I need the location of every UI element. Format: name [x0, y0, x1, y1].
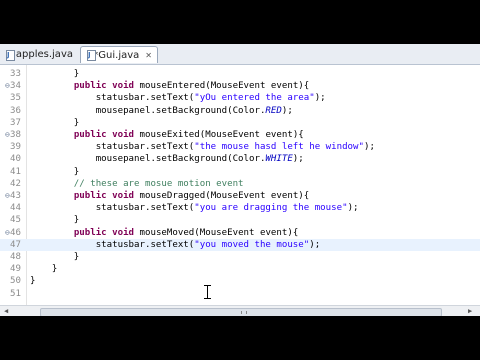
line-number: 51 [10, 288, 21, 299]
line-number: 33 [10, 69, 21, 79]
grip-icon [241, 311, 247, 314]
code-text: } [30, 276, 36, 287]
code-line[interactable]: 41 } [0, 166, 480, 178]
code-line[interactable]: 42 // these are mosue motion event [0, 178, 480, 190]
code-text: mousepanel.setBackground(Color.RED); [30, 105, 293, 116]
tab-gui-java[interactable]: J *Gui.java ✕ [80, 46, 158, 63]
horizontal-scrollbar[interactable]: ◀ ▶ [0, 305, 480, 316]
code-text: public void mouseDragged(MouseEvent even… [73, 191, 310, 201]
code-line[interactable]: 47 statusbar.setText("you moved the mous… [0, 238, 480, 251]
line-number: 49 [10, 264, 21, 275]
code-line[interactable]: 45 } [0, 214, 480, 226]
arrow-right-icon[interactable]: ▶ [468, 307, 472, 315]
code-text: } [30, 117, 80, 128]
code-text: statusbar.setText("you moved the mouse")… [30, 239, 321, 250]
tab-label: apples.java [15, 49, 73, 60]
fold-toggle-icon[interactable]: ⊖ [5, 129, 10, 141]
code-text: statusbar.setText("yOu entered the area"… [30, 93, 326, 104]
code-line[interactable]: 40 mousepanel.setBackground(Color.WHITE)… [0, 153, 480, 165]
code-text: public void mouseEntered(MouseEvent even… [73, 81, 310, 92]
line-number: 50 [10, 276, 21, 287]
code-line[interactable]: 51 [0, 288, 480, 300]
code-text: } [30, 69, 80, 79]
line-number: 35 [10, 93, 21, 104]
code-text: statusbar.setText("the mouse hasd left h… [30, 142, 375, 153]
tab-apples-java[interactable]: J apples.java [0, 46, 78, 63]
code-line[interactable]: 38 ⊖ public void mouseExited(MouseEvent e… [0, 129, 480, 141]
code-text: statusbar.setText("you are dragging the … [30, 203, 359, 214]
eclipse-editor-window: J apples.java J *Gui.java ✕ 33 } 34 ⊖ publ… [0, 44, 480, 316]
line-number: 45 [10, 215, 21, 226]
line-number: 38 [10, 130, 21, 140]
line-number: 39 [10, 142, 21, 153]
text-cursor-icon [204, 285, 212, 299]
code-line[interactable]: 48 } [0, 251, 480, 263]
code-text: public void mouseExited(MouseEvent event… [73, 130, 304, 140]
java-file-icon: J [86, 50, 96, 61]
line-number: 42 [10, 178, 21, 189]
line-number: 46 [10, 227, 21, 238]
code-line[interactable]: 44 statusbar.setText("you are dragging t… [0, 202, 480, 214]
line-number: 44 [10, 203, 21, 214]
fold-toggle-icon[interactable]: ⊖ [5, 80, 10, 92]
code-line[interactable]: 34 ⊖ public void mouseEntered(MouseEvent … [0, 80, 480, 92]
line-number: 40 [10, 154, 21, 165]
code-line[interactable]: 35 statusbar.setText("yOu entered the ar… [0, 92, 480, 104]
fold-toggle-icon[interactable]: ⊖ [5, 190, 10, 202]
line-number: 34 [10, 81, 21, 92]
code-line[interactable]: 36 mousepanel.setBackground(Color.RED); [0, 105, 480, 117]
code-line[interactable]: 37 } [0, 117, 480, 129]
code-text: mousepanel.setBackground(Color.WHITE); [30, 154, 304, 165]
tab-label: *Gui.java [93, 49, 140, 61]
code-line[interactable]: 50} [0, 275, 480, 287]
line-number: 43 [10, 191, 21, 201]
editor-tab-bar: J apples.java J *Gui.java ✕ [0, 44, 480, 65]
code-line[interactable]: 43 ⊖ public void mouseDragged(MouseEvent … [0, 190, 480, 202]
line-number: 48 [10, 252, 21, 262]
line-number: 37 [10, 117, 21, 128]
arrow-left-icon[interactable]: ◀ [4, 307, 8, 315]
code-line[interactable]: 49 } [0, 263, 480, 275]
close-icon[interactable]: ✕ [145, 51, 152, 60]
fold-toggle-icon[interactable]: ⊖ [5, 227, 10, 239]
code-line[interactable]: 39 statusbar.setText("the mouse hasd lef… [0, 141, 480, 153]
code-text: } [30, 264, 58, 275]
code-text: } [30, 252, 80, 262]
scrollbar-thumb[interactable] [40, 308, 442, 316]
line-number: 36 [10, 105, 21, 116]
line-number: 41 [10, 166, 21, 177]
code-line[interactable]: 46 ⊖ public void mouseMoved(MouseEvent ev… [0, 227, 480, 239]
code-text: public void mouseMoved(MouseEvent event)… [73, 227, 299, 238]
code-editor[interactable]: 33 } 34 ⊖ public void mouseEntered(MouseEv… [0, 65, 480, 305]
code-text: } [30, 166, 80, 177]
line-number: 47 [10, 239, 21, 250]
code-text: // these are mosue motion event [30, 178, 244, 189]
code-text: } [30, 215, 80, 226]
code-line[interactable]: 33 } [0, 68, 480, 80]
java-file-icon: J [5, 49, 15, 61]
